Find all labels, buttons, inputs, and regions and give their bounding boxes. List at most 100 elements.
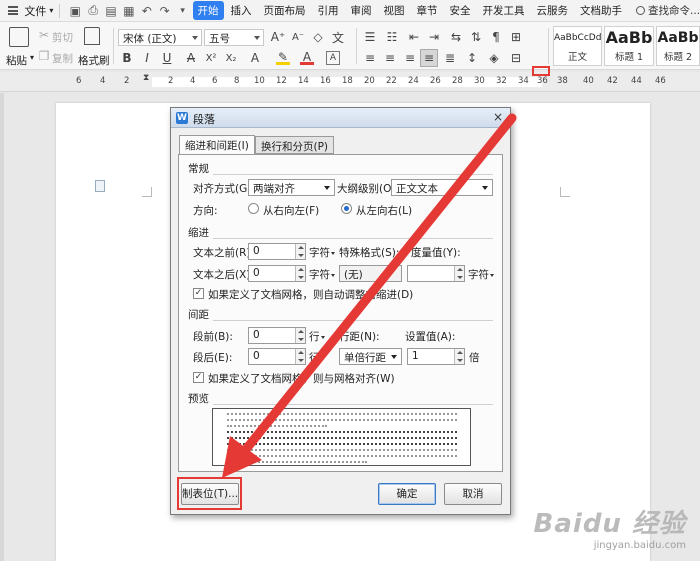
font-name-select[interactable]: 宋体 (正文): [118, 29, 202, 46]
shading-icon[interactable]: ◈: [486, 51, 502, 65]
menu-cloud[interactable]: 云服务: [532, 1, 574, 20]
spinner-icon[interactable]: [295, 244, 305, 259]
bold-button[interactable]: B: [120, 51, 134, 65]
menu-icon[interactable]: [8, 6, 19, 15]
char-shading-icon[interactable]: A: [326, 51, 340, 65]
align-left-icon[interactable]: ≡: [362, 51, 378, 65]
italic-button[interactable]: I: [140, 51, 154, 65]
snap-to-grid-label[interactable]: 如果定义了文档网格，则与网格对齐(W): [208, 371, 395, 386]
chinese-layout-icon[interactable]: ⇆: [448, 29, 464, 45]
copy-button[interactable]: 复制: [52, 51, 73, 66]
print-icon[interactable]: ⎙: [86, 3, 100, 19]
ok-button[interactable]: 确定: [378, 483, 436, 505]
search-command[interactable]: 查找命令...: [636, 3, 700, 18]
phonetic-icon[interactable]: 文: [330, 29, 346, 45]
dialog-title-bar[interactable]: W 段落 ×: [171, 108, 510, 128]
menu-references[interactable]: 引用: [313, 1, 344, 20]
style-heading-1[interactable]: AaBb 标题 1: [604, 26, 654, 66]
space-after-input[interactable]: 0: [248, 348, 306, 365]
indent-after-input[interactable]: 0: [248, 265, 306, 282]
ltr-label[interactable]: 从左向右(L): [356, 203, 412, 218]
special-format-select[interactable]: (无): [339, 265, 402, 282]
menu-doc-assistant[interactable]: 文档助手: [575, 1, 627, 20]
style-heading-2[interactable]: AaBb 标题 2: [656, 26, 700, 66]
tab-indent-spacing[interactable]: 缩进和间距(I): [179, 135, 255, 155]
clear-format-icon[interactable]: ◇: [310, 29, 326, 45]
rtl-label[interactable]: 从右向左(F): [263, 203, 319, 218]
indent-before-unit[interactable]: 字符: [309, 245, 335, 260]
indent-after-unit[interactable]: 字符: [309, 267, 335, 282]
justify-icon[interactable]: ≡: [420, 49, 438, 67]
export-pdf-icon[interactable]: ▦: [122, 3, 136, 19]
underline-button[interactable]: U: [160, 51, 174, 65]
paste-button[interactable]: 粘贴: [6, 53, 27, 68]
menu-security[interactable]: 安全: [445, 1, 476, 20]
auto-right-indent-label[interactable]: 如果定义了文档网格，则自动调整右缩进(D): [208, 287, 413, 302]
file-menu-chevron-icon[interactable]: ▾: [49, 6, 53, 15]
auto-right-indent-checkbox[interactable]: [193, 288, 204, 299]
menu-insert[interactable]: 插入: [226, 1, 257, 20]
strikethrough-icon[interactable]: A: [184, 51, 198, 65]
distributed-icon[interactable]: ≣: [442, 51, 458, 65]
paragraph-options-icon[interactable]: [95, 180, 105, 192]
print-preview-icon[interactable]: ▤: [104, 3, 118, 19]
menu-view[interactable]: 视图: [379, 1, 410, 20]
paste-icon[interactable]: [9, 27, 29, 47]
decrease-indent-icon[interactable]: ⇤: [406, 29, 422, 45]
outline-level-select[interactable]: 正文文本: [391, 179, 493, 196]
rtl-radio[interactable]: [248, 203, 259, 214]
space-before-input[interactable]: 0: [248, 327, 306, 344]
highlight-icon[interactable]: ✎: [276, 50, 290, 65]
menu-home[interactable]: 开始: [192, 1, 224, 20]
more-icon[interactable]: ▾: [176, 3, 190, 19]
line-spacing-icon[interactable]: ↕: [464, 51, 480, 65]
line-spacing-select[interactable]: 单倍行距: [339, 348, 402, 365]
superscript-icon[interactable]: X²: [204, 51, 218, 65]
close-icon[interactable]: ×: [490, 110, 506, 125]
shrink-font-icon[interactable]: A⁻: [290, 29, 306, 45]
table-grid-icon[interactable]: ⊞: [508, 29, 524, 45]
snap-to-grid-checkbox[interactable]: [193, 372, 204, 383]
horizontal-ruler[interactable]: 6 4 2 ⧗ 2 4 6 8 10 12 14 16 18 20 22 24 …: [0, 72, 700, 92]
measure-unit[interactable]: 字符: [468, 267, 494, 282]
spinner-icon[interactable]: [295, 349, 305, 364]
font-size-select[interactable]: 五号: [204, 29, 264, 46]
bullets-icon[interactable]: ☰: [362, 29, 378, 45]
menu-section[interactable]: 章节: [412, 1, 443, 20]
align-center-icon[interactable]: ≡: [382, 51, 398, 65]
spinner-icon[interactable]: [454, 266, 464, 281]
redo-icon[interactable]: ↷: [158, 3, 172, 19]
increase-indent-icon[interactable]: ⇥: [426, 29, 442, 45]
cut-icon[interactable]: ✂: [38, 28, 50, 42]
sort-icon[interactable]: ⇅: [468, 29, 484, 45]
save-icon[interactable]: ▣: [68, 3, 82, 19]
show-marks-icon[interactable]: ¶: [488, 29, 504, 45]
grow-font-icon[interactable]: A⁺: [270, 29, 286, 45]
align-right-icon[interactable]: ≡: [402, 51, 418, 65]
setting-value-input[interactable]: 1: [407, 348, 465, 365]
menu-review[interactable]: 审阅: [346, 1, 377, 20]
space-after-unit[interactable]: 行: [309, 350, 325, 365]
ruler-indent-marker[interactable]: ⧗: [143, 73, 149, 83]
subscript-icon[interactable]: X₂: [224, 51, 238, 65]
font-color-icon[interactable]: A: [300, 50, 314, 65]
menu-page-layout[interactable]: 页面布局: [259, 1, 311, 20]
numbering-icon[interactable]: ☷: [384, 29, 400, 45]
style-normal[interactable]: AaBbCcDd 正文: [553, 26, 602, 66]
file-menu[interactable]: 文件: [24, 3, 46, 19]
spinner-icon[interactable]: [295, 266, 305, 281]
format-painter-icon[interactable]: [84, 27, 100, 45]
measure-input[interactable]: [407, 265, 465, 282]
copy-icon[interactable]: ❐: [38, 49, 50, 63]
spinner-icon[interactable]: [295, 328, 305, 343]
alignment-select[interactable]: 两端对齐: [248, 179, 335, 196]
menu-developer[interactable]: 开发工具: [478, 1, 530, 20]
paste-dropdown-icon[interactable]: ▾: [30, 53, 34, 62]
text-effect-icon[interactable]: A: [248, 51, 262, 65]
space-before-unit[interactable]: 行: [309, 329, 325, 344]
format-painter-button[interactable]: 格式刷: [78, 53, 110, 68]
cancel-button[interactable]: 取消: [444, 483, 502, 505]
tab-line-page-breaks[interactable]: 换行和分页(P): [255, 136, 335, 154]
indent-before-input[interactable]: 0: [248, 243, 306, 260]
ltr-radio[interactable]: [341, 203, 352, 214]
